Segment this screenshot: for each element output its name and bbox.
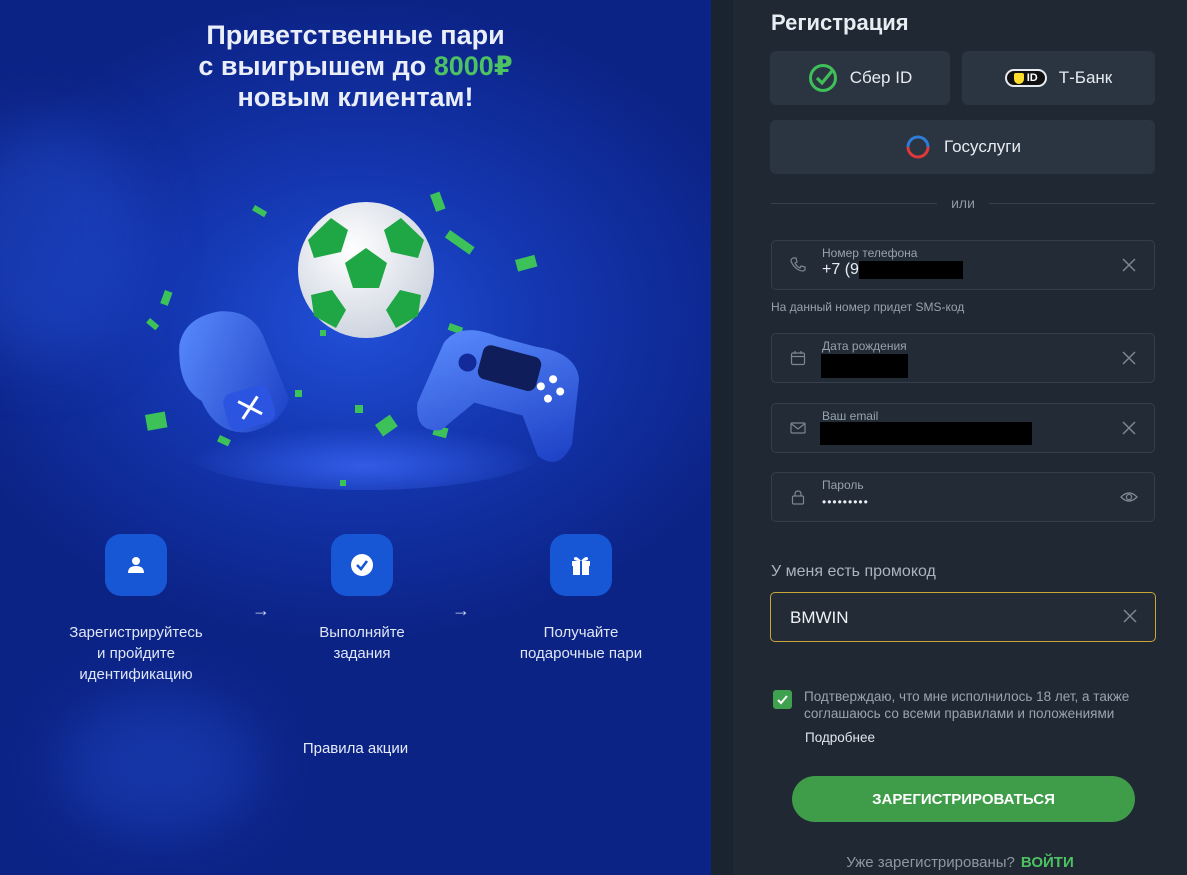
step-tasks: Выполняйте задания xyxy=(262,534,462,664)
soccer-ball xyxy=(298,202,434,338)
envelope-icon xyxy=(790,422,806,434)
redaction-bar xyxy=(820,422,1032,445)
promo-steps: Зарегистрируйтесь и пройдите идентификац… xyxy=(0,534,711,694)
tbank-badge: ID xyxy=(1026,72,1038,84)
step-line: подарочные пари xyxy=(519,645,643,662)
hero-illustration xyxy=(145,191,580,490)
tbank-logo-icon: ID xyxy=(1004,69,1047,87)
email-field[interactable]: Ваш email xyxy=(771,403,1155,453)
phone-value: +7 (9 xyxy=(822,261,859,278)
clear-icon[interactable] xyxy=(1120,419,1138,437)
divider xyxy=(711,0,733,875)
lock-icon xyxy=(791,490,805,505)
password-field[interactable]: Пароль ••••••••• xyxy=(771,472,1155,522)
tbank-label: Т-Банк xyxy=(1058,68,1113,87)
checkmark-icon xyxy=(777,695,788,705)
clear-icon[interactable] xyxy=(1121,607,1139,625)
phone-field[interactable]: Номер телефона +7 (9 xyxy=(771,240,1155,290)
rules-link[interactable]: Правила акции xyxy=(0,740,711,757)
arrow-icon: → xyxy=(452,600,470,620)
step-line: задания xyxy=(333,645,391,662)
birthdate-label: Дата рождения xyxy=(822,339,907,353)
password-value: ••••••••• xyxy=(822,495,869,509)
phone-label: Номер телефона xyxy=(822,246,918,260)
password-label: Пароль xyxy=(822,478,864,492)
promo-panel: Приветственные пари с выигрышем до 8000₽… xyxy=(0,0,711,875)
more-link[interactable]: Подробнее xyxy=(805,730,875,745)
tbank-button[interactable]: ID Т-Банк xyxy=(962,51,1155,105)
step-line: Зарегистрируйтесь xyxy=(69,624,203,641)
agree-text: Подтверждаю, что мне исполнилось 18 лет,… xyxy=(804,689,1130,721)
eye-icon[interactable] xyxy=(1120,488,1138,506)
step-register: Зарегистрируйтесь и пройдите идентификац… xyxy=(36,534,236,685)
gift-icon xyxy=(550,534,612,596)
phone-hint: На данный номер придет SMS-код xyxy=(771,300,965,314)
check-circle-icon xyxy=(331,534,393,596)
sber-id-button[interactable]: Сбер ID xyxy=(770,51,950,105)
phone-icon xyxy=(790,257,806,272)
login-row: Уже зарегистрированы? ВОЙТИ xyxy=(733,854,1187,871)
sber-logo-icon xyxy=(808,64,837,92)
calendar-icon xyxy=(790,351,806,366)
gosuslugi-label: Госуслуги xyxy=(944,137,1021,156)
login-link[interactable]: ВОЙТИ xyxy=(1021,854,1074,871)
promocode-value: BMWIN xyxy=(790,608,849,627)
redaction-bar xyxy=(821,354,908,378)
step-line: Получайте xyxy=(543,624,619,641)
step-line: Выполняйте xyxy=(319,624,405,641)
promo-headline: Приветственные пари с выигрышем до 8000₽… xyxy=(0,20,711,113)
step-line: идентификацию xyxy=(79,666,193,683)
or-label: или xyxy=(951,195,975,211)
step-rewards: Получайте подарочные пари xyxy=(481,534,681,664)
agree-checkbox[interactable] xyxy=(773,690,792,709)
birthdate-field[interactable]: Дата рождения xyxy=(771,333,1155,383)
clear-icon[interactable] xyxy=(1120,256,1138,274)
register-button[interactable]: ЗАРЕГИСТРИРОВАТЬСЯ xyxy=(792,776,1135,822)
promocode-label: У меня есть промокод xyxy=(771,563,936,580)
page-title: Регистрация xyxy=(771,10,909,35)
promocode-input[interactable]: BMWIN xyxy=(770,592,1156,642)
or-separator: или xyxy=(771,193,1155,213)
headline-line-1: Приветственные пари xyxy=(206,20,505,50)
sber-id-label: Сбер ID xyxy=(849,68,913,87)
email-label: Ваш email xyxy=(822,409,879,423)
headline-prefix: с выигрышем до xyxy=(198,51,427,81)
registration-panel: Регистрация Сбер ID ID Т-Банк Госуслуги … xyxy=(733,0,1187,875)
headline-line-2: с выигрышем до 8000₽ xyxy=(0,51,711,82)
gosuslugi-button[interactable]: Госуслуги xyxy=(770,120,1155,174)
gosuslugi-logo-icon xyxy=(906,135,930,159)
already-registered-text: Уже зарегистрированы? xyxy=(846,854,1015,871)
clear-icon[interactable] xyxy=(1120,349,1138,367)
step-line: и пройдите xyxy=(97,645,175,662)
redaction-bar xyxy=(859,261,963,279)
user-icon xyxy=(105,534,167,596)
headline-amount: 8000₽ xyxy=(433,51,513,81)
headline-line-3: новым клиентам! xyxy=(237,82,474,112)
